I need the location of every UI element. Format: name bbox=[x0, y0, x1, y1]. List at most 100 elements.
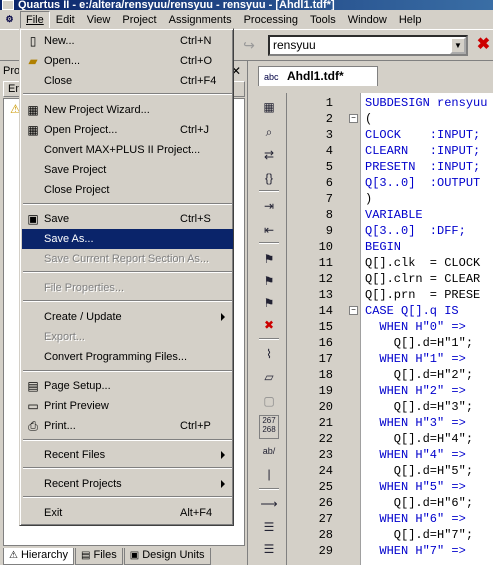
code-text: CLOCK :INPUT; bbox=[365, 128, 481, 142]
menu-item-recent-projects[interactable]: Recent Projects bbox=[22, 474, 233, 494]
menu-item-create-update[interactable]: Create / Update bbox=[22, 307, 233, 327]
menu-assignments[interactable]: Assignments bbox=[163, 11, 238, 29]
chevron-down-icon[interactable]: ▼ bbox=[450, 37, 466, 54]
menu-help[interactable]: Help bbox=[393, 11, 428, 29]
menu-item-print-preview[interactable]: ▭ Print Preview bbox=[22, 396, 233, 416]
code-line: 18 Q[].d=H"2"; bbox=[287, 367, 493, 383]
menu-item-recent-files[interactable]: Recent Files bbox=[22, 445, 233, 465]
templates-icon[interactable]: ☰ bbox=[259, 540, 279, 558]
navigator-tabs: ⚠ Hierarchy ▤ Files ▣ Design Units bbox=[3, 548, 212, 565]
find-icon[interactable]: ⌕ bbox=[259, 123, 279, 141]
line-number: 22 bbox=[318, 432, 333, 446]
menu-file[interactable]: File bbox=[20, 10, 50, 29]
code-text: Q[].d=H"4"; bbox=[365, 432, 474, 446]
navigator-title: Pro bbox=[3, 65, 21, 77]
menu-processing[interactable]: Processing bbox=[238, 11, 304, 29]
code-line: 19 WHEN H"2" => bbox=[287, 383, 493, 399]
menu-item-open[interactable]: ▰ Open... Ctrl+O bbox=[22, 51, 233, 71]
insert-cursor-icon[interactable]: | bbox=[259, 465, 279, 483]
code-line: 1 SUBDESIGN rensyuu bbox=[287, 95, 493, 111]
menu-view[interactable]: View bbox=[81, 11, 117, 29]
menu-item-page-setup[interactable]: ▤ Page Setup... bbox=[22, 376, 233, 396]
line-number: 20 bbox=[318, 400, 333, 414]
tab-design-units[interactable]: ▣ Design Units bbox=[123, 548, 211, 565]
code-text: Q[].d=H"7"; bbox=[365, 528, 474, 542]
line-number: 19 bbox=[318, 384, 333, 398]
code-text: WHEN H"1" => bbox=[365, 352, 466, 366]
code-text: Q[].clrn = CLEAR bbox=[365, 272, 481, 286]
code-line: 4 CLEARN :INPUT; bbox=[287, 143, 493, 159]
paperclip-icon[interactable]: ⌇ bbox=[259, 345, 279, 363]
indent-icon[interactable]: ⇥ bbox=[259, 197, 279, 215]
menu-item-print[interactable]: ⎙ Print... Ctrl+P bbox=[22, 416, 233, 436]
menu-item-save-project[interactable]: Save Project bbox=[22, 160, 233, 180]
menu-item-exit[interactable]: Exit Alt+F4 bbox=[22, 503, 233, 523]
line-number: 12 bbox=[318, 272, 333, 286]
code-text: WHEN H"5" => bbox=[365, 480, 466, 494]
menu-item-save-as[interactable]: Save As... bbox=[22, 229, 233, 249]
menu-item-convert-programming-files[interactable]: Convert Programming Files... bbox=[22, 347, 233, 367]
uncomment-icon[interactable]: ▢ bbox=[259, 392, 279, 410]
toggle-bookmark-icon[interactable]: ⚑ bbox=[259, 250, 279, 268]
fold-toggle-icon[interactable]: − bbox=[349, 306, 358, 315]
code-line: 9 Q[3..0] :DFF; bbox=[287, 223, 493, 239]
insert-block-icon[interactable]: ▦ bbox=[259, 98, 279, 116]
menu-item-new[interactable]: ▯ New... Ctrl+N bbox=[22, 31, 233, 51]
tab-files[interactable]: ▤ Files bbox=[75, 548, 123, 565]
word-wrap-icon[interactable]: ab/ bbox=[259, 442, 279, 460]
line-number: 21 bbox=[318, 416, 333, 430]
redo-icon[interactable]: ↪ bbox=[238, 38, 260, 52]
menu-item-convert-maxplus[interactable]: Convert MAX+PLUS II Project... bbox=[22, 140, 233, 160]
text-file-icon: abc bbox=[264, 72, 279, 82]
menu-item-new-project-wizard[interactable]: ▦ New Project Wizard... bbox=[22, 100, 233, 120]
line-number: 6 bbox=[325, 176, 333, 190]
line-number: 11 bbox=[318, 256, 333, 270]
next-bookmark-icon[interactable]: ⚑ bbox=[259, 272, 279, 290]
code-line: 13 Q[].prn = PRESE bbox=[287, 287, 493, 303]
menu-tools[interactable]: Tools bbox=[304, 11, 342, 29]
line-number: 25 bbox=[318, 480, 333, 494]
line-number: 8 bbox=[325, 208, 333, 222]
comment-icon[interactable]: ▱ bbox=[259, 368, 279, 386]
open-project-icon: ▦ bbox=[27, 123, 39, 137]
line-number: 2 bbox=[325, 112, 333, 126]
code-line: 27 WHEN H"6" => bbox=[287, 511, 493, 527]
page-setup-icon: ▤ bbox=[27, 379, 39, 393]
warning-icon: ⚠ bbox=[9, 550, 18, 561]
line-list-icon[interactable]: ☰ bbox=[259, 518, 279, 536]
code-text: WHEN H"3" => bbox=[365, 416, 466, 430]
tab-hierarchy[interactable]: ⚠ Hierarchy bbox=[3, 548, 75, 565]
document-tab[interactable]: abc Ahdl1.tdf* bbox=[258, 66, 378, 86]
line-number: 26 bbox=[318, 496, 333, 510]
system-menu-icon[interactable]: ⚙ bbox=[1, 11, 18, 28]
menu-item-save[interactable]: ▣ Save Ctrl+S bbox=[22, 209, 233, 229]
tab-arrow-icon[interactable]: ⟶ bbox=[259, 495, 279, 513]
window-title-bar[interactable]: Quartus II - e:/altera/rensyuu/rensyuu -… bbox=[0, 0, 493, 10]
code-text: Q[].prn = PRESE bbox=[365, 288, 481, 302]
line-number: 28 bbox=[318, 528, 333, 542]
menu-window[interactable]: Window bbox=[342, 11, 393, 29]
go-to-line-icon[interactable]: 267 268 bbox=[259, 415, 279, 439]
menu-edit[interactable]: Edit bbox=[50, 11, 81, 29]
code-text: CASE Q[].q IS bbox=[365, 304, 459, 318]
design-units-icon: ▣ bbox=[129, 550, 140, 561]
line-number: 7 bbox=[325, 192, 333, 206]
menu-item-close[interactable]: Close Ctrl+F4 bbox=[22, 71, 233, 91]
clear-bookmarks-icon[interactable]: ✖ bbox=[259, 316, 279, 334]
fold-toggle-icon[interactable]: − bbox=[349, 114, 358, 123]
menu-project[interactable]: Project bbox=[116, 11, 162, 29]
project-selector[interactable]: rensyuu ▼ bbox=[268, 35, 468, 56]
code-text: SUBDESIGN rensyuu bbox=[365, 96, 488, 110]
line-number: 10 bbox=[318, 240, 333, 254]
floppy-disk-icon: ▣ bbox=[27, 212, 39, 226]
compile-icon[interactable]: ✖ bbox=[474, 35, 493, 57]
code-area[interactable]: 1 SUBDESIGN rensyuu 2−(3 CLOCK :INPUT; 4 CLEA… bbox=[286, 93, 493, 565]
menu-item-open-project[interactable]: ▦ Open Project... Ctrl+J bbox=[22, 120, 233, 140]
find-replace-icon[interactable]: ⇄ bbox=[259, 146, 279, 164]
previous-bookmark-icon[interactable]: ⚑ bbox=[259, 294, 279, 312]
braces-icon[interactable]: {} bbox=[259, 169, 279, 187]
outdent-icon[interactable]: ⇤ bbox=[259, 221, 279, 239]
submenu-arrow-icon bbox=[221, 313, 225, 321]
code-line: 20 Q[].d=H"3"; bbox=[287, 399, 493, 415]
menu-item-close-project[interactable]: Close Project bbox=[22, 180, 233, 200]
